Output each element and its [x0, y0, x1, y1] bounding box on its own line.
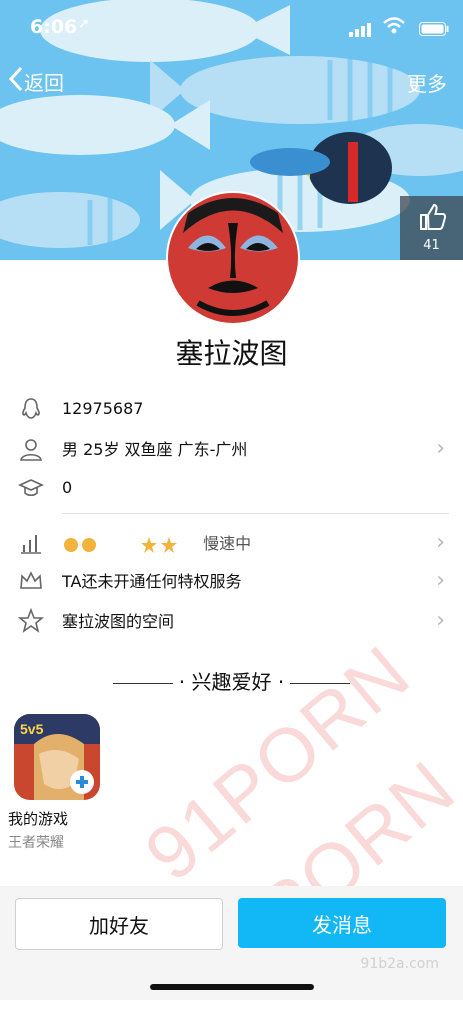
game-name: 王者荣耀 — [8, 835, 64, 851]
honor-of-kings-icon: 5v5 — [14, 714, 100, 800]
chevron-right-icon: › — [436, 567, 445, 593]
back-label: 返回 — [24, 71, 64, 95]
profile-name: 塞拉波图 — [175, 337, 288, 370]
qzone-row[interactable]: 塞拉波图的空间 › — [0, 600, 463, 640]
qq-age-row: 0 — [0, 467, 463, 507]
back-button[interactable]: 返回 — [8, 66, 64, 97]
home-indicator[interactable] — [150, 984, 314, 990]
interests-title: 兴趣爱好 — [191, 670, 272, 694]
penguin-icon — [18, 396, 44, 422]
bottom-action-bar: 加好友 发消息 — [0, 886, 463, 1000]
status-time: 6:06 — [30, 16, 78, 38]
level-display: 慢速中 — [62, 530, 251, 554]
divider — [62, 513, 449, 514]
send-message-button[interactable]: 发消息 — [238, 898, 446, 948]
sun-moon-star-icons — [64, 536, 177, 553]
opera-mask-image — [168, 193, 298, 323]
location-arrow-icon: ➚ — [78, 16, 90, 32]
chevron-left-icon — [8, 66, 24, 97]
interests-header: · 兴趣爱好 · — [0, 666, 463, 695]
privilege-text: TA还未开通任何特权服务 — [62, 572, 242, 591]
like-count: 41 — [423, 238, 440, 253]
personal-details: 男 25岁 双鱼座 广东-广州 — [62, 440, 248, 459]
status-bar: 6:06 ➚ — [0, 0, 463, 56]
star-icon — [17, 607, 45, 634]
chevron-right-icon: › — [436, 607, 445, 633]
thumbs-up-icon — [417, 203, 447, 236]
level-chart-icon — [18, 530, 44, 556]
crown-icon — [18, 568, 44, 594]
signal-icon — [349, 20, 371, 42]
chevron-right-icon: › — [436, 529, 445, 555]
level-status: 慢速中 — [203, 534, 252, 553]
privilege-row[interactable]: TA还未开通任何特权服务 › — [0, 560, 463, 600]
like-button[interactable]: 41 — [400, 196, 463, 260]
qq-age: 0 — [62, 477, 73, 497]
graduation-cap-icon — [18, 475, 44, 501]
chevron-right-icon: › — [436, 435, 445, 461]
personal-details-row[interactable]: 男 25岁 双鱼座 广东-广州 › — [0, 428, 463, 468]
game-icon-badge: 5v5 — [20, 721, 44, 737]
avatar[interactable] — [166, 191, 300, 325]
qq-level-row[interactable]: 慢速中 › — [0, 522, 463, 562]
level-badges — [62, 536, 180, 554]
wifi-icon — [383, 17, 405, 40]
battery-icon — [419, 19, 449, 41]
qzone-text: 塞拉波图的空间 — [62, 612, 175, 631]
game-section-label: 我的游戏 — [8, 810, 69, 828]
game-icon[interactable]: 5v5 — [14, 714, 100, 800]
qq-number-row: 12975687 — [0, 388, 463, 428]
watermark-url: 91b2a.com — [360, 956, 439, 972]
person-icon — [18, 436, 44, 462]
qq-number: 12975687 — [62, 398, 144, 418]
add-friend-button[interactable]: 加好友 — [15, 898, 223, 950]
more-button[interactable]: 更多 — [407, 68, 447, 97]
